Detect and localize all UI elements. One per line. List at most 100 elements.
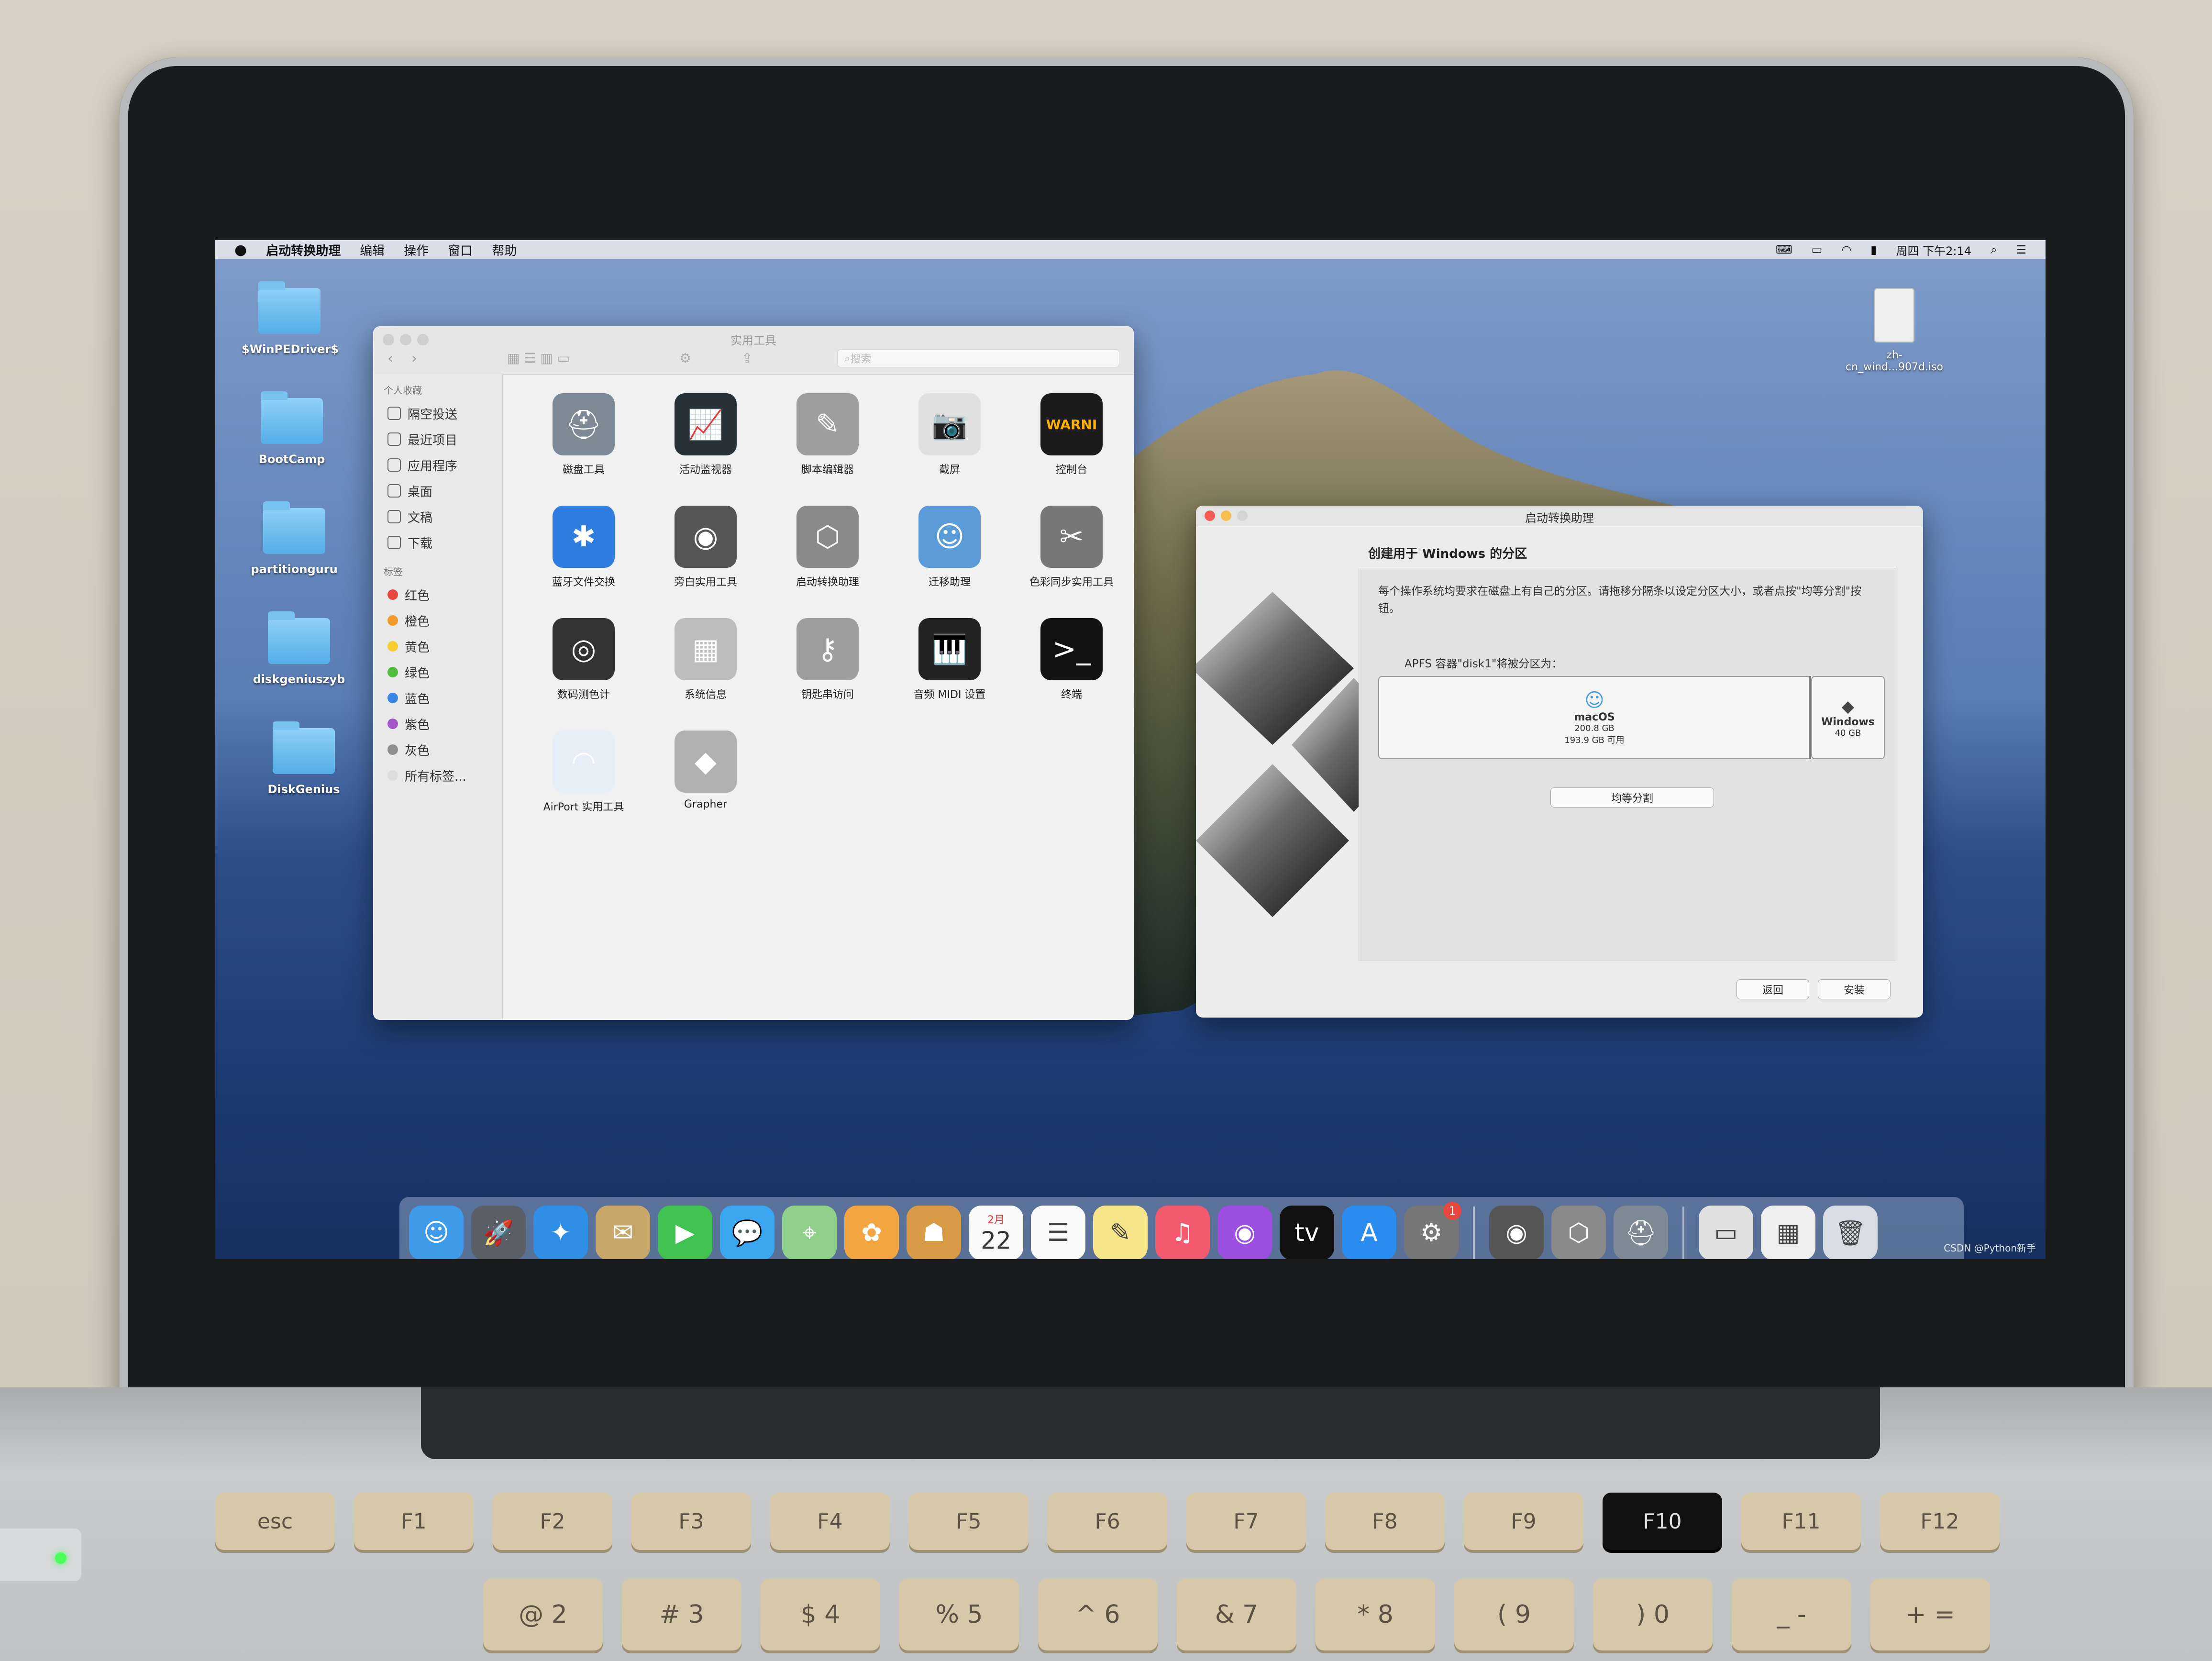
sidebar-tag[interactable]: 灰色	[373, 737, 502, 763]
podcasts-icon[interactable]: ◉	[1217, 1206, 1272, 1259]
menu-edit[interactable]: 编辑	[360, 241, 385, 259]
maps-icon[interactable]: ⌖	[782, 1206, 837, 1259]
folder-icon	[258, 281, 321, 334]
disk-utility-icon[interactable]: ⛑	[1614, 1206, 1668, 1259]
app-item[interactable]: ⚷ 钥匙串访问	[770, 618, 885, 701]
app-item[interactable]: 🎹 音频 MIDI 设置	[892, 618, 1007, 701]
airplay-icon[interactable]: ▭	[1812, 243, 1823, 256]
menu-action[interactable]: 操作	[404, 241, 429, 259]
mail-icon[interactable]: ✉	[596, 1206, 650, 1259]
back-button[interactable]: 返回	[1736, 979, 1809, 999]
voiceover-utility-icon[interactable]: ◉	[1489, 1206, 1544, 1259]
safari-icon[interactable]: ✦	[533, 1206, 588, 1259]
desktop-folder-winpedriver[interactable]: $WinPEDriver$	[242, 281, 339, 356]
gear-icon[interactable]: ⚙	[679, 350, 691, 366]
partition-description: 每个操作系统均要求在磁盘上有自己的分区。请拖移分隔条以设定分区大小，或者点按"均…	[1378, 585, 1862, 615]
equal-split-button[interactable]: 均等分割	[1550, 787, 1714, 808]
sidebar-tag[interactable]: 紫色	[373, 711, 502, 737]
bootcamp-assistant-icon[interactable]: ⬡	[1551, 1206, 1606, 1259]
recents-icon	[387, 432, 401, 446]
reminders-icon[interactable]: ☰	[1031, 1206, 1085, 1259]
iso-document-icon[interactable]: ▭	[1699, 1206, 1753, 1259]
sidebar-tag[interactable]: 绿色	[373, 659, 502, 685]
desktop-folder-partitionguru[interactable]: partitionguru	[246, 501, 342, 576]
app-item[interactable]: WARNI 控制台	[1014, 393, 1129, 476]
app-item[interactable]: >_ 终端	[1014, 618, 1129, 701]
app-item[interactable]: 📷 截屏	[892, 393, 1007, 476]
app-item[interactable]: ✂ 色彩同步实用工具	[1014, 506, 1129, 589]
sidebar-tag[interactable]: 所有标签...	[373, 763, 502, 788]
sidebar-item-airdrop[interactable]: 隔空投送	[373, 400, 502, 426]
menu-window[interactable]: 窗口	[448, 241, 473, 259]
calendar-icon[interactable]: 2月 22	[969, 1206, 1023, 1259]
sidebar-tag[interactable]: 蓝色	[373, 685, 502, 711]
facetime-icon[interactable]: ▶	[658, 1206, 712, 1259]
messages-icon[interactable]: 💬	[720, 1206, 774, 1259]
sidebar-item-applications[interactable]: 应用程序	[373, 452, 502, 478]
desktop-folder-diskgenius[interactable]: DiskGenius	[256, 721, 352, 796]
app-item[interactable]: ✎ 脚本编辑器	[770, 393, 885, 476]
folder-icon	[261, 391, 323, 444]
app-item[interactable]: ◎ 数码测色计	[526, 618, 641, 701]
search-field[interactable]: ⌕ 搜索	[837, 349, 1119, 367]
finder-icon[interactable]: ☺	[409, 1206, 464, 1259]
app-item[interactable]: ⬡ 启动转换助理	[770, 506, 885, 589]
notification-center-icon[interactable]: ☰	[2016, 243, 2026, 256]
desktop-folder-bootcamp[interactable]: BootCamp	[244, 391, 340, 466]
desktop-folder-diskgeniuszyb[interactable]: diskgeniuszyb	[251, 611, 347, 686]
app-item[interactable]: ☺ 迁移助理	[892, 506, 1007, 589]
downloads-stack-icon[interactable]: ▦	[1761, 1206, 1815, 1259]
sidebar-tag[interactable]: 红色	[373, 582, 502, 608]
key-number: + =	[1870, 1579, 1990, 1650]
app-item[interactable]: ✱ 蓝牙文件交换	[526, 506, 641, 589]
app-label: 钥匙串访问	[801, 689, 854, 701]
app-label: AirPort 实用工具	[543, 801, 624, 813]
sidebar-item-recents[interactable]: 最近项目	[373, 426, 502, 452]
notes-icon[interactable]: ✎	[1093, 1206, 1148, 1259]
share-icon[interactable]: ⇪	[741, 350, 752, 366]
windows-partition[interactable]: ◆ Windows 40 GB	[1811, 676, 1885, 759]
desktop-iso-file[interactable]: zh- cn_wind...907d.iso	[1832, 288, 1957, 373]
migration-assistant-icon: ☺	[918, 506, 981, 568]
music-icon[interactable]: ♫	[1155, 1206, 1210, 1259]
sidebar-item-label: 下载	[408, 536, 433, 551]
screenshot-icon: 📷	[918, 393, 981, 455]
sidebar-tag-label: 红色	[405, 588, 430, 603]
install-button[interactable]: 安装	[1818, 979, 1891, 999]
app-item[interactable]: 📈 活动监视器	[648, 393, 763, 476]
apple-menu-icon[interactable]: ●	[234, 242, 247, 258]
app-store-icon[interactable]: A	[1342, 1206, 1396, 1259]
battery-icon[interactable]: ▮	[1870, 243, 1877, 256]
app-menu[interactable]: 启动转换助理	[266, 241, 341, 259]
sidebar-item-documents[interactable]: 文稿	[373, 504, 502, 530]
app-label: 系统信息	[684, 689, 727, 701]
app-item[interactable]: ◉ 旁白实用工具	[648, 506, 763, 589]
tag-color-dot-icon	[387, 770, 398, 781]
launchpad-icon[interactable]: 🚀	[471, 1206, 526, 1259]
photos-icon[interactable]: ✿	[844, 1206, 899, 1259]
macos-partition[interactable]: ☺ macOS 200.8 GB 193.9 GB 可用	[1378, 676, 1811, 759]
system-preferences-icon[interactable]: ⚙ 1	[1404, 1202, 1461, 1259]
app-item[interactable]: ⛑ 磁盘工具	[526, 393, 641, 476]
app-item[interactable]: ▦ 系统信息	[648, 618, 763, 701]
sidebar-item-downloads[interactable]: 下载	[373, 530, 502, 555]
wifi-icon[interactable]: ◠	[1841, 243, 1851, 256]
trash-icon[interactable]: 🗑	[1823, 1206, 1878, 1259]
view-mode-icon[interactable]: ▦ ☰ ▥ ▭	[507, 350, 570, 366]
apple-tv-icon[interactable]: tv	[1280, 1206, 1334, 1259]
app-item[interactable]: ◠ AirPort 实用工具	[526, 731, 641, 814]
back-chevron-icon[interactable]: ‹	[387, 350, 393, 367]
sidebar-tag[interactable]: 橙色	[373, 608, 502, 633]
spotlight-icon[interactable]: ⌕	[1991, 243, 1997, 256]
contacts-icon[interactable]: ☗	[907, 1206, 961, 1259]
forward-chevron-icon[interactable]: ›	[411, 350, 417, 367]
app-item[interactable]: ◆ Grapher	[648, 731, 763, 810]
sidebar-item-label: 桌面	[408, 485, 433, 499]
clock[interactable]: 周四 下午2:14	[1896, 242, 1972, 258]
app-label: 蓝牙文件交换	[552, 576, 615, 588]
input-source-icon[interactable]: ⌨	[1776, 243, 1792, 256]
sidebar-tag[interactable]: 黄色	[373, 633, 502, 659]
menu-help[interactable]: 帮助	[492, 241, 517, 259]
sidebar-item-desktop[interactable]: 桌面	[373, 478, 502, 504]
key-number: $ 4	[761, 1579, 880, 1650]
